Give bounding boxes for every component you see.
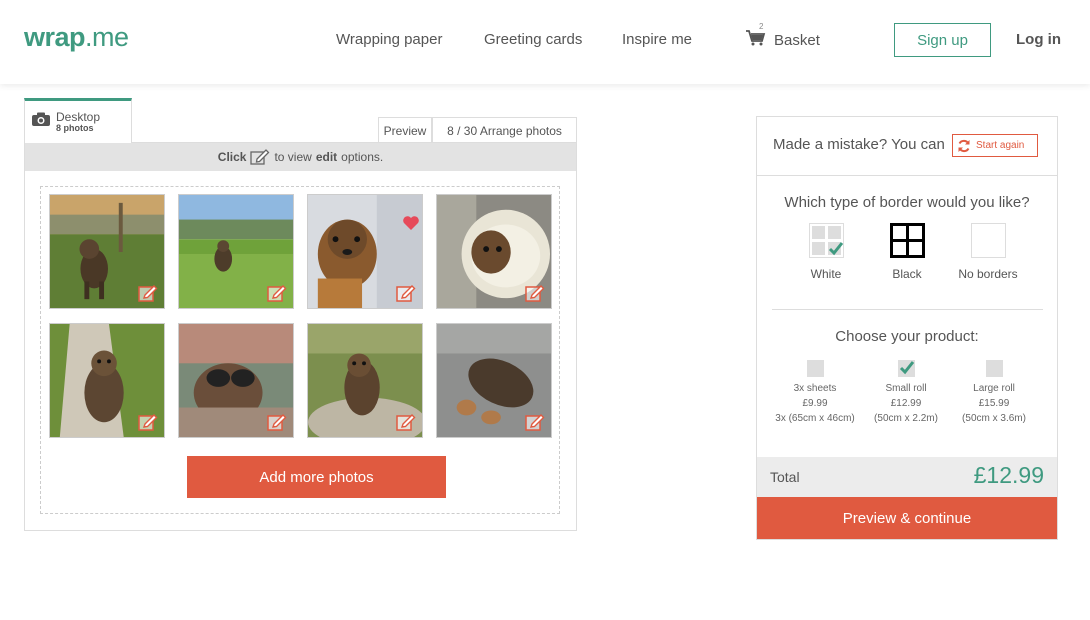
edit-photo-icon[interactable]	[138, 413, 158, 431]
product-checkbox[interactable]	[985, 360, 1003, 377]
edit-photo-icon[interactable]	[525, 284, 545, 302]
product-size: (50cm x 3.6m)	[962, 413, 1026, 424]
product-name: Large roll	[973, 383, 1015, 394]
source-tab-count: 8 photos	[56, 123, 94, 133]
preview-tab[interactable]: Preview	[378, 117, 432, 143]
cart-icon	[746, 30, 766, 46]
photo-6[interactable]	[178, 323, 294, 438]
border-option-black[interactable]: Black	[867, 223, 947, 281]
refresh-icon	[958, 139, 970, 152]
info-to-view: to view	[274, 150, 312, 164]
order-panel: Made a mistake? You can Start again Whic…	[756, 116, 1058, 540]
start-again-label: Start again	[976, 140, 1025, 151]
camera-icon	[32, 112, 50, 126]
start-again-button[interactable]: Start again	[952, 134, 1038, 157]
mistake-text: Made a mistake? You can	[773, 136, 945, 153]
edit-photo-icon[interactable]	[138, 284, 158, 302]
total-label: Total	[770, 469, 800, 485]
nav-wrapping-paper[interactable]: Wrapping paper	[336, 31, 442, 48]
product-size: (50cm x 2.2m)	[874, 413, 938, 424]
photo-7[interactable]	[307, 323, 423, 438]
product-name: 3x sheets	[793, 383, 837, 394]
source-tab-desktop[interactable]: Desktop 8 photos	[24, 98, 132, 143]
photo-editor: Click to view edit options. Add more pho…	[24, 142, 577, 531]
login-link[interactable]: Log in	[1016, 31, 1061, 48]
nav-greeting-cards[interactable]: Greeting cards	[484, 31, 582, 48]
edit-icon	[250, 149, 270, 165]
edit-info-bar: Click to view edit options.	[25, 143, 576, 171]
black-border-swatch	[889, 223, 925, 258]
border-option-white[interactable]: White	[786, 223, 866, 281]
edit-photo-icon[interactable]	[267, 413, 287, 431]
basket-count: 2	[759, 22, 764, 31]
product-option-small-roll[interactable]: Small roll £12.99 (50cm x 2.2m)	[856, 360, 956, 426]
product-price: £12.99	[890, 398, 922, 409]
site-header: wrap.me Wrapping paper Greeting cards In…	[0, 0, 1090, 84]
border-option-none[interactable]: No borders	[948, 223, 1028, 281]
product-question: Choose your product:	[835, 328, 979, 345]
photo-1[interactable]	[49, 194, 165, 309]
white-border-swatch	[808, 223, 844, 258]
add-more-photos-button[interactable]: Add more photos	[187, 456, 446, 498]
photo-8[interactable]	[436, 323, 552, 438]
edit-photo-icon[interactable]	[396, 413, 416, 431]
info-options: options.	[341, 150, 384, 164]
product-checkbox[interactable]	[806, 360, 824, 377]
product-option-sheets[interactable]: 3x sheets £9.99 3x (65cm x 46cm)	[765, 360, 865, 426]
border-label-white: White	[810, 267, 842, 281]
divider	[772, 309, 1043, 310]
logo[interactable]: wrap.me	[24, 22, 129, 53]
product-price: £9.99	[802, 398, 828, 409]
product-checkbox[interactable]	[897, 360, 915, 377]
arrange-photos-tab[interactable]: 8 / 30 Arrange photos	[432, 117, 577, 143]
edit-photo-icon[interactable]	[267, 284, 287, 302]
photo-4[interactable]	[436, 194, 552, 309]
signup-button[interactable]: Sign up	[894, 23, 991, 57]
product-name: Small roll	[885, 383, 927, 394]
total-price: £12.99	[973, 462, 1044, 488]
border-question: Which type of border would you like?	[784, 194, 1030, 211]
photo-3[interactable]	[307, 194, 423, 309]
total-bar: Total £12.99	[757, 457, 1057, 497]
edit-photo-icon[interactable]	[396, 284, 416, 302]
basket-label: Basket	[774, 32, 820, 49]
product-size: 3x (65cm x 46cm)	[775, 413, 855, 424]
product-option-large-roll[interactable]: Large roll £15.99 (50cm x 3.6m)	[944, 360, 1044, 426]
logo-suffix: .me	[85, 22, 129, 52]
nav-inspire-me[interactable]: Inspire me	[622, 31, 692, 48]
info-edit: edit	[315, 150, 338, 164]
product-price: £15.99	[978, 398, 1010, 409]
photo-2[interactable]	[178, 194, 294, 309]
divider	[757, 175, 1057, 176]
preview-continue-button[interactable]: Preview & continue	[757, 497, 1057, 539]
check-icon	[899, 361, 914, 375]
border-label-black: Black	[892, 267, 922, 281]
heart-icon[interactable]	[402, 215, 420, 231]
logo-text: wrap	[24, 22, 86, 52]
edit-photo-icon[interactable]	[525, 413, 545, 431]
photo-grid: Add more photos	[40, 186, 560, 514]
source-tab-label: Desktop	[56, 110, 101, 124]
info-click: Click	[217, 150, 247, 164]
photo-5[interactable]	[49, 323, 165, 438]
no-border-swatch	[970, 223, 1006, 258]
border-label-none: No borders	[958, 267, 1018, 281]
